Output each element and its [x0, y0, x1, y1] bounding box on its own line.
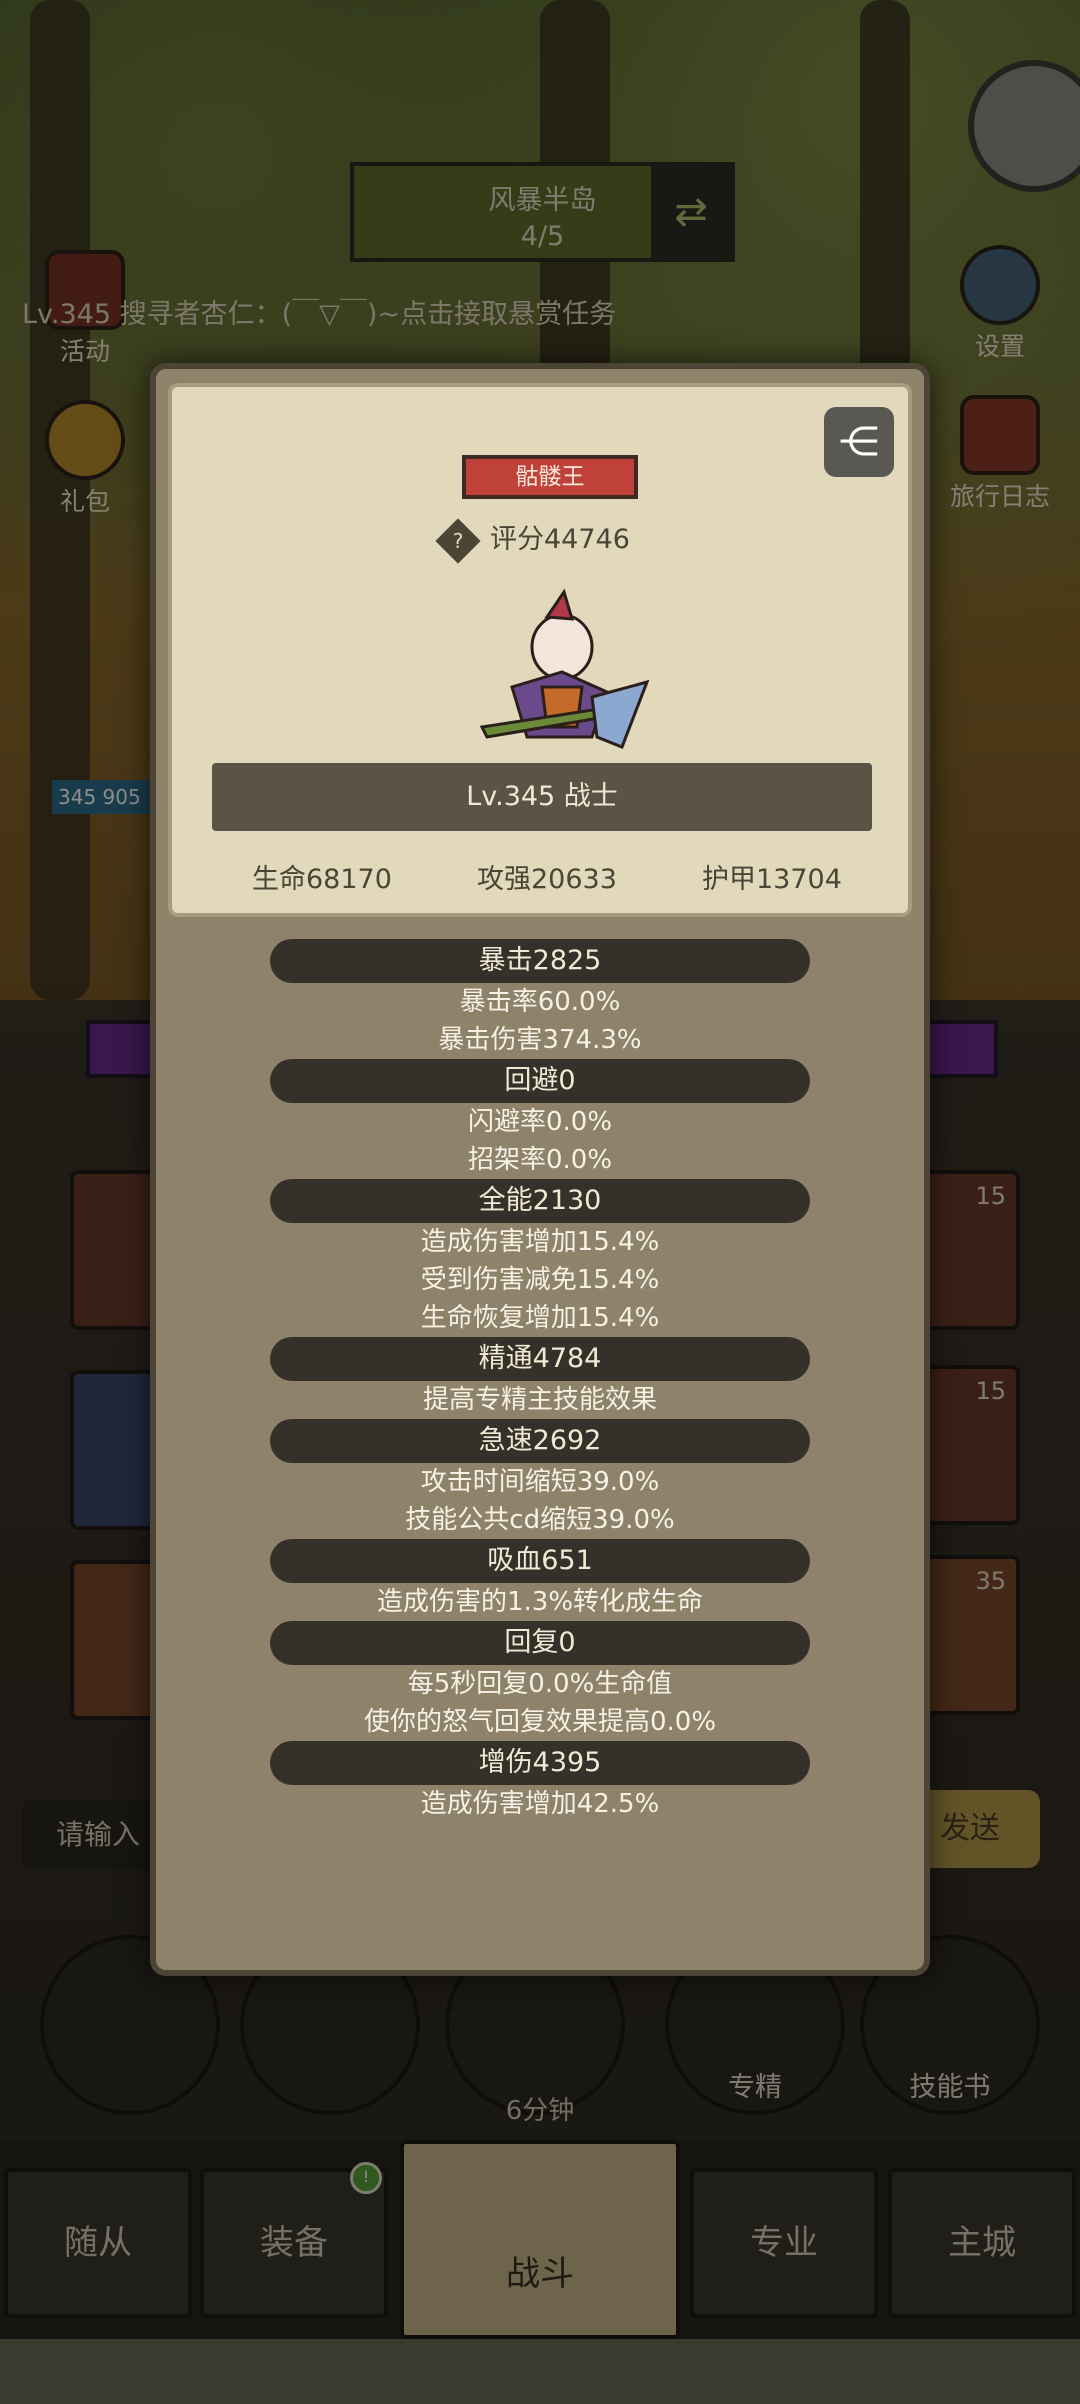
stat-header-lifesteal: 吸血651: [270, 1539, 810, 1583]
stat-header-avoidance: 回避0: [270, 1059, 810, 1103]
character-stats-modal: ⋲ 骷髅王 ? 评分44746 Lv.345 战士 生命68170 攻强20633…: [150, 363, 930, 1976]
level-class-band: Lv.345 战士: [212, 763, 872, 831]
stat-line: 攻击时间缩短39.0%: [420, 1467, 660, 1497]
stat-line: 暴击伤害374.3%: [438, 1025, 642, 1055]
stat-line: 每5秒回复0.0%生命值: [407, 1669, 673, 1699]
core-stats: 生命68170 攻强20633 护甲13704: [172, 857, 908, 897]
hero-portrait: [479, 588, 650, 749]
stat-line: 招架率0.0%: [467, 1145, 613, 1175]
stat-line: 造成伤害增加15.4%: [420, 1227, 660, 1257]
stat-header-damage-bonus: 增伤4395: [270, 1741, 810, 1785]
attack-power-stat: 攻强20633: [477, 864, 617, 895]
stat-header-mastery: 精通4784: [270, 1337, 810, 1381]
stat-header-haste: 急速2692: [270, 1419, 810, 1463]
stat-line: 受到伤害减免15.4%: [420, 1265, 660, 1295]
stat-line: 使你的怒气回复效果提高0.0%: [363, 1707, 717, 1737]
share-icon: ⋲: [839, 419, 879, 465]
hp-stat: 生命68170: [252, 864, 392, 895]
stat-line: 暴击率60.0%: [459, 987, 621, 1017]
stat-line: 生命恢复增加15.4%: [420, 1303, 660, 1333]
stat-line: 造成伤害增加42.5%: [420, 1789, 660, 1819]
stat-line: 提高专精主技能效果: [422, 1385, 657, 1415]
stat-header-versatility: 全能2130: [270, 1179, 810, 1223]
stat-line: 技能公共cd缩短39.0%: [405, 1505, 675, 1535]
character-card: ⋲ 骷髅王 ? 评分44746 Lv.345 战士 生命68170 攻强20633…: [168, 383, 912, 917]
stat-header-regen: 回复0: [270, 1621, 810, 1665]
armor-stat: 护甲13704: [702, 864, 842, 895]
help-icon[interactable]: ?: [435, 517, 481, 564]
share-button[interactable]: ⋲: [824, 407, 894, 477]
score-row: ? 评分44746: [435, 517, 662, 564]
stat-line: 闪避率0.0%: [467, 1107, 613, 1137]
boss-title-tag: 骷髅王: [462, 455, 638, 499]
stat-header-crit: 暴击2825: [270, 939, 810, 983]
score-text: 评分44746: [490, 524, 630, 555]
stat-line: 造成伤害的1.3%转化成生命: [376, 1587, 704, 1617]
secondary-stats-list: 暴击2825 暴击率60.0% 暴击伤害374.3% 回避0 闪避率0.0% 招…: [156, 939, 924, 1823]
